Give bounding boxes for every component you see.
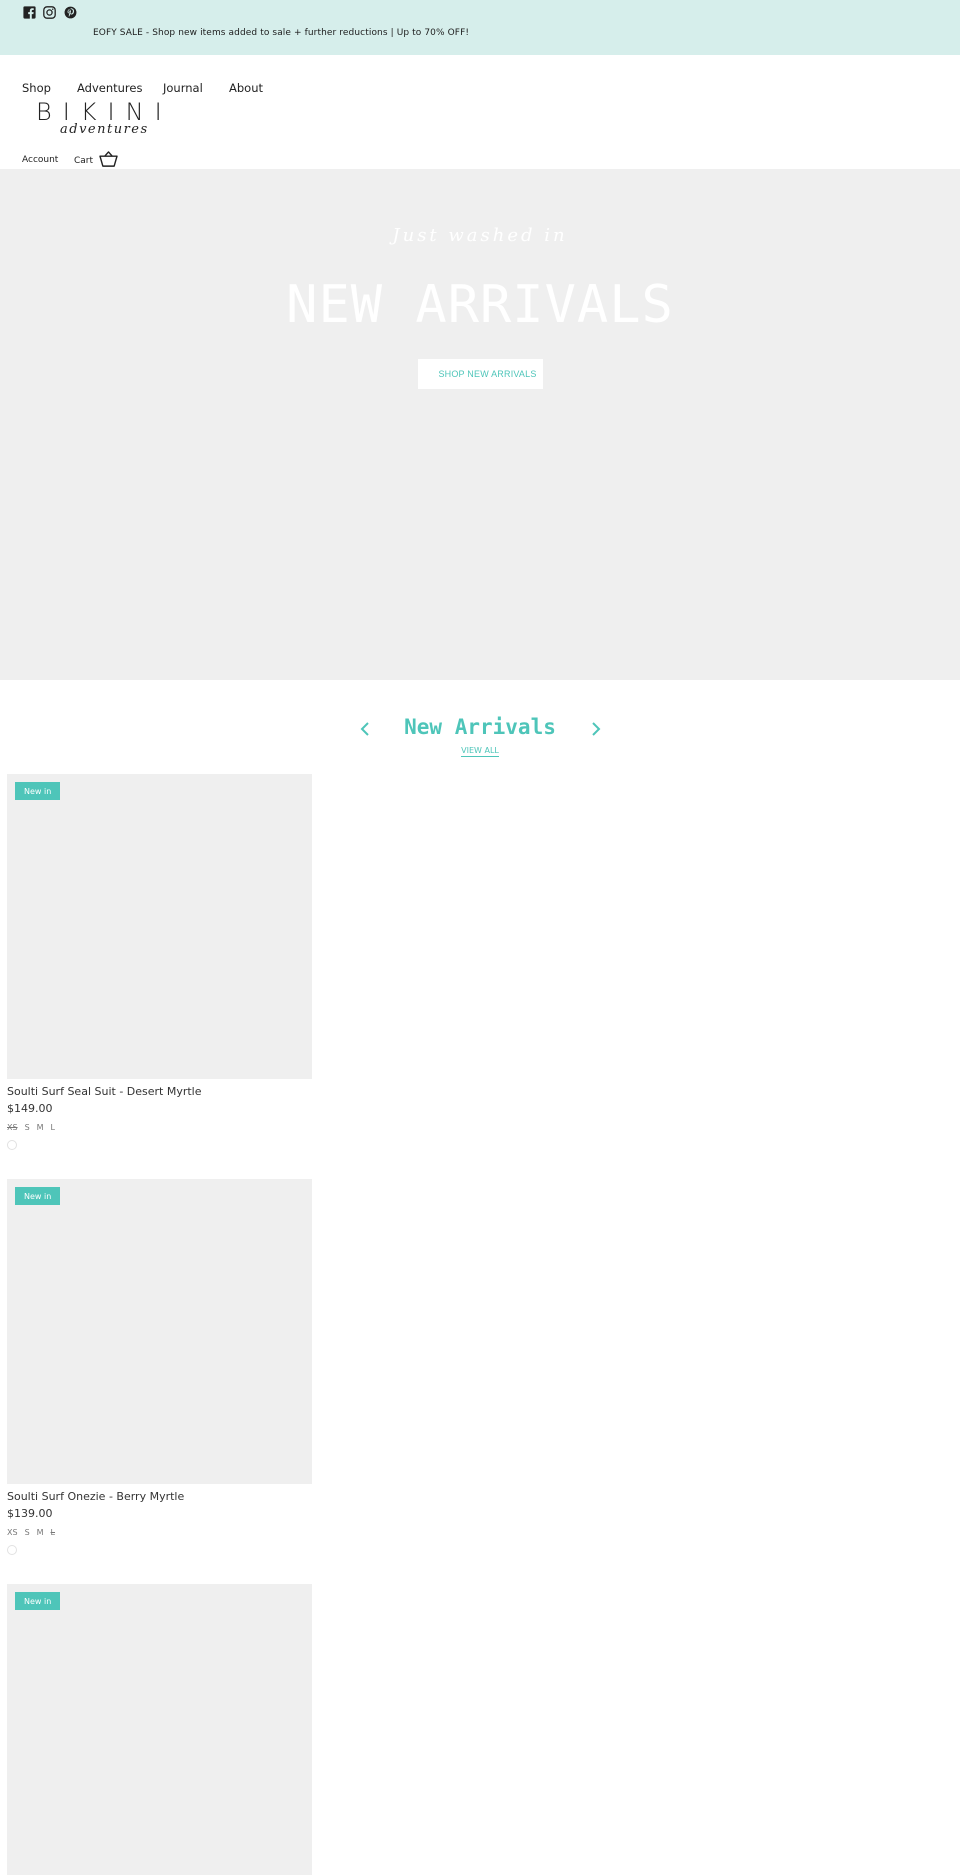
view-all-link-wrap: VIEW ALL bbox=[0, 746, 960, 757]
product-image[interactable]: New in bbox=[7, 1584, 312, 1875]
size-option[interactable]: XS bbox=[7, 1528, 18, 1537]
product-price: $149.00 bbox=[7, 1102, 53, 1115]
hero-banner: Just washed in NEW ARRIVALS SHOP NEW ARR… bbox=[0, 169, 960, 680]
size-list: XS S M L bbox=[7, 1528, 55, 1537]
product-price: $139.00 bbox=[7, 1507, 53, 1520]
announcement-bar: EOFY SALE - Shop new items added to sale… bbox=[0, 0, 960, 55]
size-option[interactable]: S bbox=[25, 1123, 30, 1132]
product-card[interactable]: New in bbox=[7, 1584, 312, 1875]
nav-item-journal[interactable]: Journal bbox=[163, 81, 203, 95]
pinterest-icon[interactable] bbox=[63, 5, 77, 19]
account-link[interactable]: Account bbox=[22, 155, 58, 165]
color-swatch[interactable] bbox=[7, 1545, 17, 1555]
size-option[interactable]: L bbox=[51, 1528, 55, 1537]
shop-new-arrivals-button[interactable]: SHOP NEW ARRIVALS bbox=[418, 359, 543, 389]
cart-link[interactable]: Cart bbox=[74, 156, 93, 166]
section-title: New Arrivals bbox=[404, 715, 556, 739]
size-option[interactable]: XS bbox=[7, 1123, 18, 1132]
chevron-right-icon[interactable] bbox=[589, 720, 603, 738]
site-logo[interactable]: BIKINI adventures bbox=[36, 100, 162, 140]
logo-wordmark: BIKINI bbox=[36, 98, 173, 126]
new-in-badge: New in bbox=[15, 1187, 61, 1205]
product-card[interactable]: New in Soulti Surf Onezie - Berry Myrtle… bbox=[7, 1179, 312, 1559]
nav-item-shop[interactable]: Shop bbox=[22, 81, 51, 95]
size-option[interactable]: M bbox=[37, 1123, 44, 1132]
logo-subtitle: adventures bbox=[60, 122, 149, 137]
color-swatch[interactable] bbox=[7, 1140, 17, 1150]
product-card[interactable]: New in Soulti Surf Seal Suit - Desert My… bbox=[7, 774, 312, 1154]
new-in-badge: New in bbox=[15, 782, 61, 800]
product-name[interactable]: Soulti Surf Onezie - Berry Myrtle bbox=[7, 1490, 184, 1503]
product-image[interactable]: New in bbox=[7, 1179, 312, 1484]
size-option[interactable]: L bbox=[51, 1123, 55, 1132]
nav-item-adventures[interactable]: Adventures bbox=[77, 81, 142, 95]
view-all-link[interactable]: VIEW ALL bbox=[461, 746, 499, 757]
size-option[interactable]: S bbox=[25, 1528, 30, 1537]
instagram-icon[interactable] bbox=[42, 5, 56, 19]
facebook-icon[interactable] bbox=[22, 5, 36, 19]
size-option[interactable]: M bbox=[37, 1528, 44, 1537]
basket-icon[interactable] bbox=[99, 151, 118, 168]
hero-subtitle: Just washed in bbox=[392, 225, 568, 246]
size-list: XS S M L bbox=[7, 1123, 55, 1132]
announcement-text: EOFY SALE - Shop new items added to sale… bbox=[93, 28, 470, 38]
nav-item-about[interactable]: About bbox=[229, 81, 263, 95]
hero-title: NEW ARRIVALS bbox=[286, 275, 674, 335]
product-image[interactable]: New in bbox=[7, 774, 312, 1079]
product-name[interactable]: Soulti Surf Seal Suit - Desert Myrtle bbox=[7, 1085, 202, 1098]
new-in-badge: New in bbox=[15, 1592, 61, 1610]
